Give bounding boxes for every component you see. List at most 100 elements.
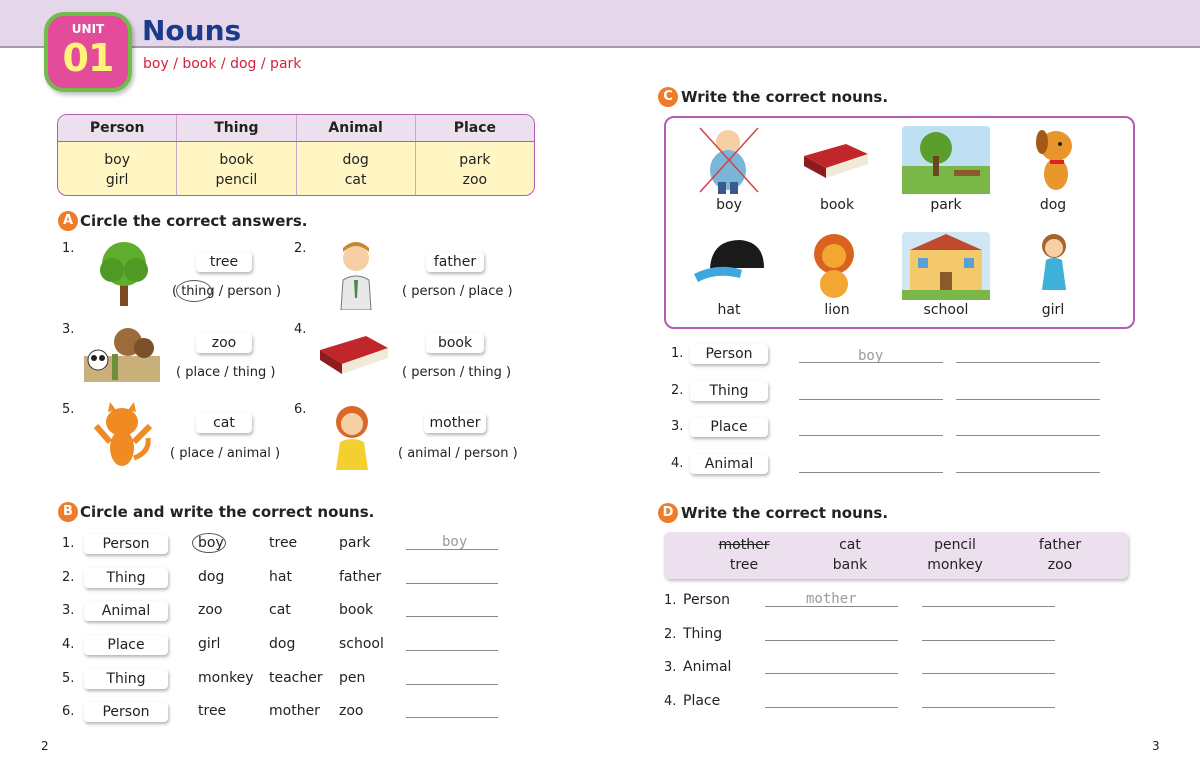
mother-picture [336, 406, 368, 470]
answer-line[interactable] [956, 399, 1100, 400]
row-number: 3. [671, 419, 684, 434]
table-cell: park zoo [459, 152, 491, 188]
answer-choices[interactable]: ( place / animal ) [170, 446, 280, 461]
answer-line[interactable] [922, 707, 1055, 708]
row-number: 1. [62, 536, 75, 551]
girl-picture [1042, 234, 1066, 290]
row-number: 2. [671, 383, 684, 398]
answer-line[interactable] [799, 435, 943, 436]
word-bank-item: monkey [927, 557, 983, 573]
table-header-cell: Animal [297, 115, 416, 141]
section-d-icon: D [658, 503, 678, 523]
answer-line[interactable] [799, 472, 943, 473]
picture-label: lion [824, 302, 850, 318]
word-choice[interactable]: pen [339, 670, 365, 686]
answer-line[interactable] [765, 640, 898, 641]
page-subtitle: boy / book / dog / park [143, 56, 302, 72]
answer-line[interactable] [956, 472, 1100, 473]
word-choice[interactable]: school [339, 636, 384, 652]
section-a-icon: A [58, 211, 78, 231]
picture-label: school [923, 302, 969, 318]
word-bank-item: bank [832, 557, 868, 573]
answer-line[interactable] [406, 583, 498, 584]
row-number: 6. [62, 704, 75, 719]
category-box: Place [690, 417, 768, 437]
answer-line[interactable] [922, 606, 1055, 607]
word-box: cat [196, 413, 252, 433]
category-box: Thing [690, 381, 768, 401]
word-choice[interactable]: monkey [198, 670, 254, 686]
answer-line[interactable] [406, 717, 498, 718]
section-c-icon: C [658, 87, 678, 107]
word-choice[interactable]: zoo [198, 602, 222, 618]
section-b-title: Circle and write the correct nouns. [80, 503, 375, 521]
word-bank-item: pencil [934, 537, 976, 553]
word-choice[interactable]: zoo [339, 703, 363, 719]
answer-line[interactable] [922, 673, 1055, 674]
answer-choices[interactable]: ( place / thing ) [176, 365, 275, 380]
picture-label: park [930, 197, 962, 213]
category-label: Animal [683, 659, 732, 675]
answer-line[interactable] [765, 673, 898, 674]
answer-choices[interactable]: ( animal / person ) [398, 446, 518, 461]
answer-line[interactable] [922, 640, 1055, 641]
word-choice[interactable]: teacher [269, 670, 323, 686]
table-cell: book pencil [177, 142, 297, 195]
answer-line[interactable] [956, 435, 1100, 436]
word-choice[interactable]: girl [198, 636, 220, 652]
answer-circle [192, 533, 226, 553]
page-number-left: 2 [41, 739, 49, 753]
category-label: Place [683, 693, 721, 709]
word-choice[interactable]: cat [269, 602, 291, 618]
word-choice[interactable]: book [339, 602, 373, 618]
category-box: Animal [84, 601, 168, 621]
table-cell: dog cat [297, 142, 416, 195]
table-header-cell: Person [58, 115, 178, 141]
category-label: Person [683, 592, 731, 608]
word-choice[interactable]: hat [269, 569, 292, 585]
answer-line[interactable] [799, 399, 943, 400]
answer-choices[interactable]: ( person / thing ) [402, 365, 511, 380]
answer-line[interactable] [765, 707, 898, 708]
row-number: 1. [664, 593, 677, 608]
word-choice[interactable]: mother [269, 703, 320, 719]
word-box: book [426, 333, 484, 353]
word-bank-item: cat [839, 537, 861, 553]
word-bank-item: mother [718, 537, 770, 553]
table-header-row: Person Thing Animal Place [58, 115, 534, 142]
unit-badge: UNIT 01 [44, 12, 132, 92]
word-choice[interactable]: tree [198, 703, 226, 719]
word-choice[interactable]: dog [269, 636, 295, 652]
category-box: Thing [84, 669, 168, 689]
answer-line[interactable] [406, 616, 498, 617]
word-choice[interactable]: dog [198, 569, 224, 585]
word-box: mother [424, 413, 486, 433]
table-header-cell: Place [453, 120, 497, 136]
noun-category-table: Person Thing Animal Place boy girl book pe… [57, 114, 535, 196]
section-c-title: Write the correct nouns. [681, 88, 889, 106]
answer-line[interactable] [406, 650, 498, 651]
answer-line[interactable] [956, 362, 1100, 363]
unit-number: 01 [62, 36, 115, 80]
word-choice[interactable]: father [339, 569, 381, 585]
picture-label: girl [1041, 302, 1065, 318]
category-box: Thing [84, 568, 168, 588]
school-picture [902, 232, 990, 300]
book-picture [804, 144, 868, 178]
row-number: 4. [671, 456, 684, 471]
page-number-right: 3 [1152, 739, 1160, 753]
category-box: Person [84, 534, 168, 554]
father-picture [340, 242, 372, 310]
answer-line[interactable] [406, 684, 498, 685]
answer-text: boy [858, 348, 884, 364]
table-header-cell: Thing [177, 115, 297, 141]
row-number: 2. [62, 570, 75, 585]
word-choice[interactable]: park [339, 535, 370, 551]
cat-picture [93, 402, 153, 466]
tree-picture [100, 242, 148, 306]
item-number: 5. [62, 402, 75, 417]
answer-choices[interactable]: ( person / place ) [402, 284, 513, 299]
answer-circle [176, 280, 212, 302]
word-choice[interactable]: tree [269, 535, 297, 551]
category-box: Place [84, 635, 168, 655]
